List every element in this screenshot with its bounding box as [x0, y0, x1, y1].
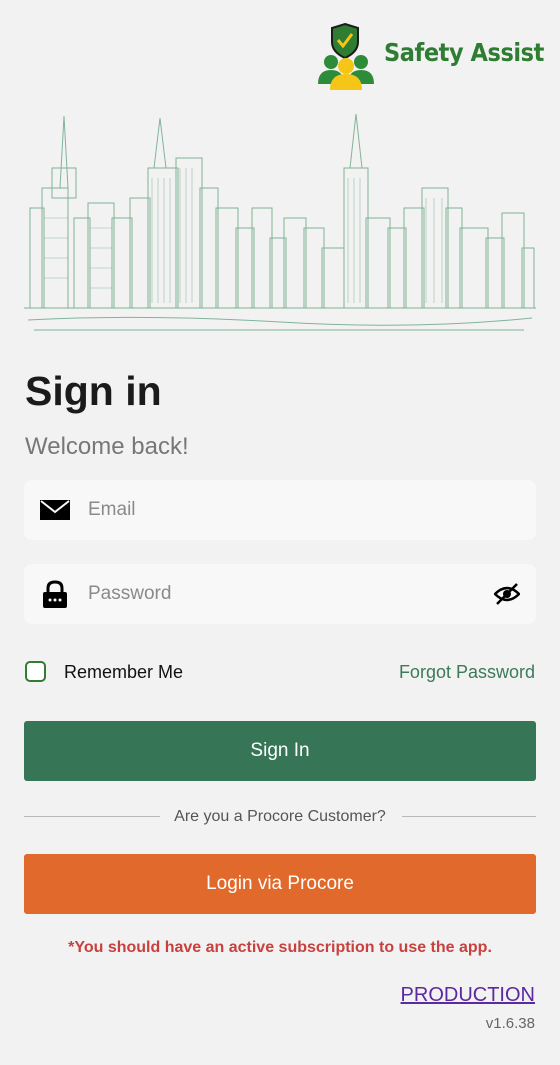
password-placeholder[interactable]: Password [88, 583, 171, 605]
login-via-procore-button[interactable]: Login via Procore [24, 854, 536, 914]
sign-in-button-label: Sign In [250, 740, 310, 761]
procore-button-label: Login via Procore [206, 873, 354, 894]
app-version: v1.6.38 [485, 1015, 535, 1032]
password-field[interactable]: Password [24, 564, 536, 624]
city-skyline-illustration [24, 113, 536, 331]
environment-link[interactable]: PRODUCTION [401, 984, 535, 1007]
mail-icon [40, 500, 70, 520]
app-logo: Safety Assist [318, 22, 544, 92]
lock-icon [43, 580, 67, 608]
forgot-password-link[interactable]: Forgot Password [399, 662, 535, 683]
sign-in-button[interactable]: Sign In [24, 721, 536, 781]
eye-off-icon[interactable] [494, 582, 520, 606]
subscription-notice: *You should have an active subscription … [68, 939, 492, 956]
procore-divider-text: Are you a Procore Customer? [174, 808, 386, 825]
email-field[interactable]: Email [24, 480, 536, 540]
shield-people-icon [318, 22, 374, 90]
page-title: Sign in [25, 368, 162, 414]
brand-name: Safety Assist [384, 38, 544, 67]
email-placeholder[interactable]: Email [88, 499, 136, 521]
remember-me-label[interactable]: Remember Me [64, 662, 183, 683]
page-subtitle: Welcome back! [25, 433, 189, 460]
remember-me-checkbox[interactable] [25, 661, 46, 682]
